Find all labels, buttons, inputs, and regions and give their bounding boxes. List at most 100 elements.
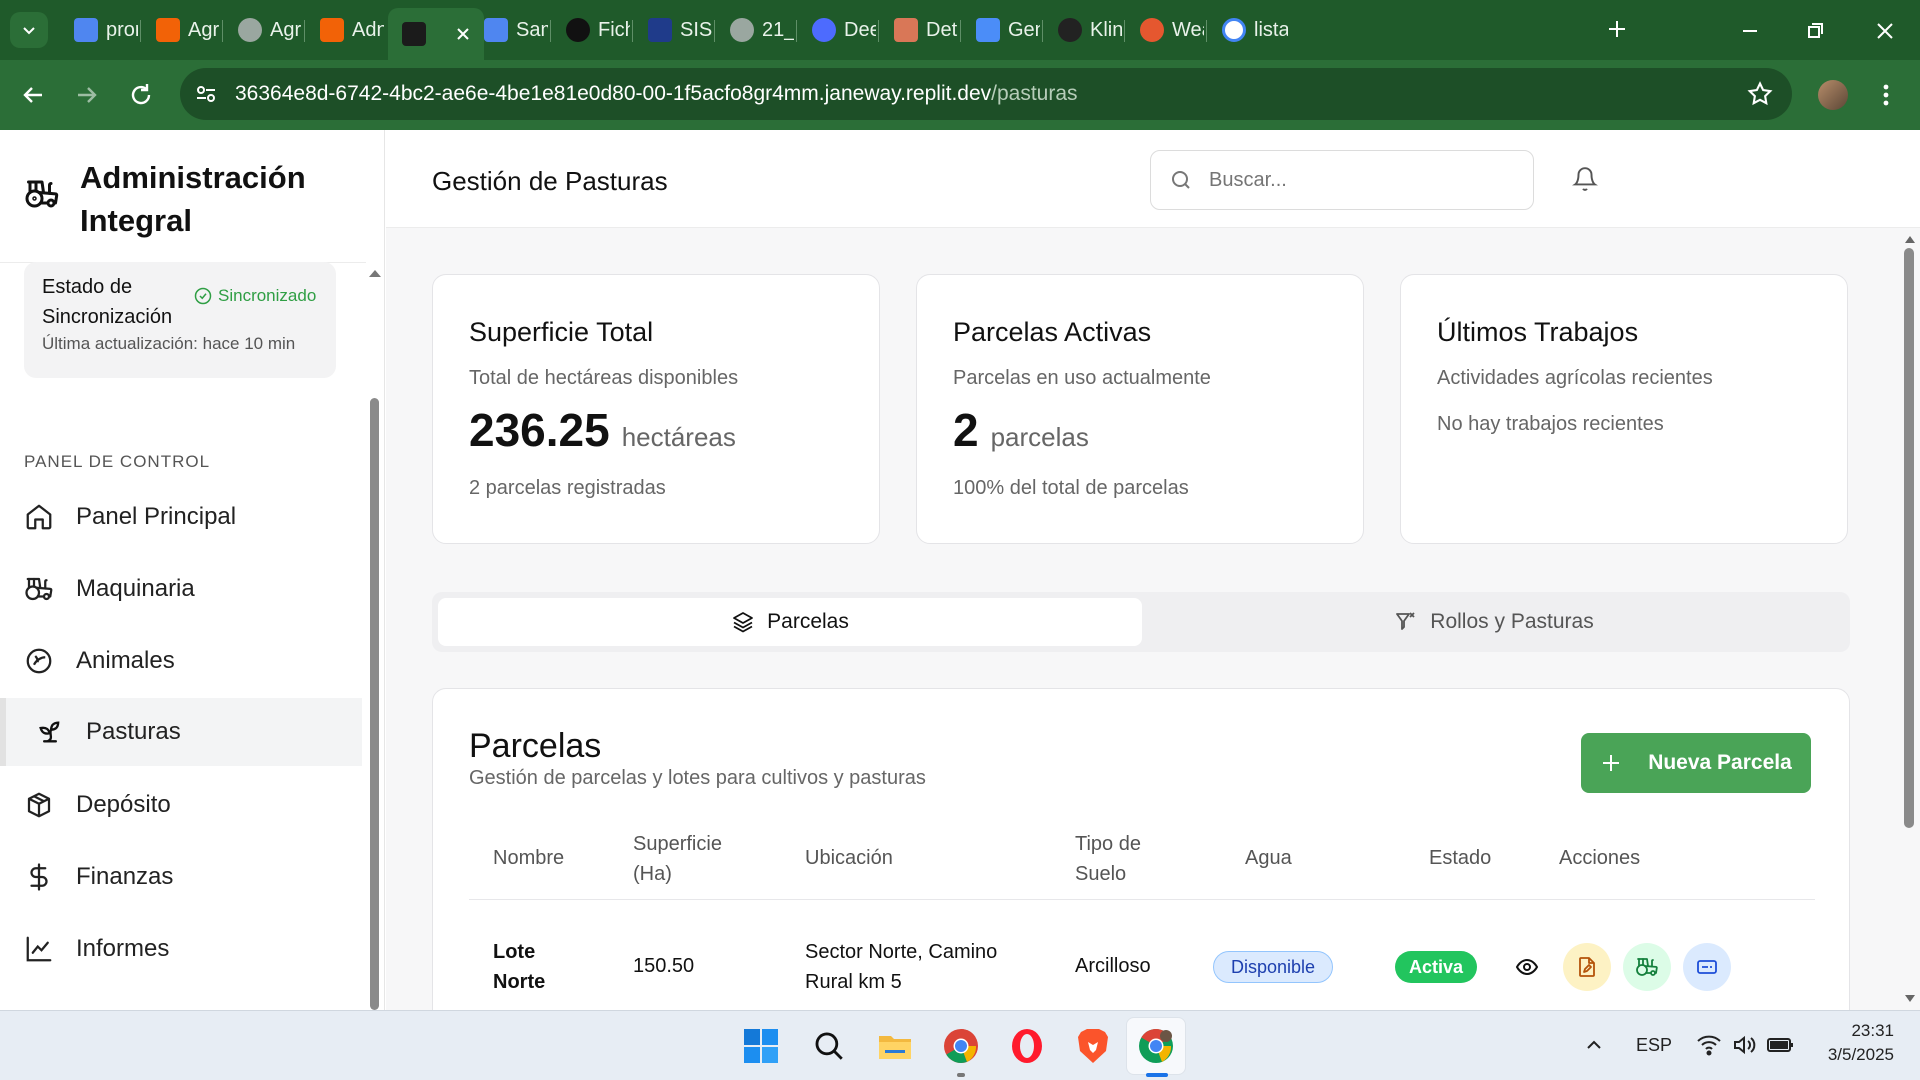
tab-separator (960, 20, 961, 42)
notifications-bell-icon[interactable] (1572, 166, 1598, 192)
chrome-icon[interactable] (938, 1023, 984, 1069)
replit-icon (320, 18, 344, 42)
sidebar-item-panel-principal[interactable]: Panel Principal (24, 502, 236, 532)
brave-icon[interactable] (1070, 1023, 1116, 1069)
browser-tab[interactable]: Agri (224, 10, 302, 50)
browser-tab[interactable]: Adn (306, 10, 384, 50)
parcelas-table-card: Parcelas Gestión de parcelas y lotes par… (432, 688, 1850, 1010)
chrome-profile-icon[interactable] (1133, 1023, 1179, 1069)
edit-document-action-button[interactable] (1563, 943, 1611, 991)
replit-icon (156, 18, 180, 42)
tab-separator (1042, 20, 1043, 42)
sidebar-item-pasturas[interactable]: Pasturas (0, 698, 362, 766)
new-tab-icon[interactable] (1602, 14, 1632, 44)
sidebar-item-label: Finanzas (76, 863, 174, 890)
browser-tab[interactable]: lista (1208, 10, 1288, 50)
col-header-superficie[interactable]: Superficie (Ha) (633, 829, 722, 889)
opera-icon[interactable] (1004, 1023, 1050, 1069)
browser-address-bar: 36364e8d-6742-4bc2-ae6e-4be1e81e0d80-00-… (0, 60, 1920, 130)
browser-tab-label: Sam (516, 18, 548, 41)
tab-rollos-pasturas[interactable]: Rollos y Pasturas (1144, 598, 1844, 646)
tab-parcelas[interactable]: Parcelas (438, 598, 1142, 646)
browser-tab[interactable]: SIST (634, 10, 712, 50)
sprout-icon (39, 721, 60, 743)
sidebar-item-deposito[interactable]: Depósito (24, 790, 171, 820)
close-window-icon[interactable] (1870, 16, 1900, 46)
tractor-logo-icon (24, 176, 60, 212)
browser-tab[interactable]: Dee (798, 10, 876, 50)
scroll-up-icon[interactable] (368, 268, 382, 278)
main-scrollbar[interactable] (1900, 228, 1920, 1010)
sidebar-item-informes[interactable]: Informes (24, 934, 169, 964)
rollos-action-button[interactable] (1683, 943, 1731, 991)
animal-icon (26, 648, 52, 674)
wifi-icon[interactable] (1696, 1033, 1722, 1057)
url-bar[interactable]: 36364e8d-6742-4bc2-ae6e-4be1e81e0d80-00-… (180, 68, 1792, 120)
browser-tab-label: Agri (188, 18, 220, 41)
battery-icon[interactable] (1766, 1033, 1796, 1057)
browser-tab[interactable]: Gen (962, 10, 1040, 50)
browser-tab[interactable]: Agri (142, 10, 220, 50)
browser-tab-label: Dee (844, 18, 876, 41)
main-scrollbar-thumb[interactable] (1904, 248, 1914, 828)
forward-icon[interactable] (72, 80, 102, 110)
file-explorer-icon[interactable] (872, 1023, 918, 1069)
tab-label: Parcelas (767, 610, 849, 633)
profile-avatar[interactable] (1818, 80, 1848, 110)
browser-tab-label: Det (926, 18, 958, 41)
brand-title: Administración Integral (80, 160, 306, 238)
browser-tab-label: Adn (352, 18, 384, 41)
browser-tab[interactable]: 21_ (716, 10, 794, 50)
deepseek-icon (812, 18, 836, 42)
tray-overflow-chevron-icon[interactable] (1584, 1035, 1604, 1055)
stat-title: Últimos Trabajos (1437, 317, 1639, 347)
tab-search-button[interactable] (10, 12, 48, 48)
sidebar-scrollbar[interactable] (366, 130, 382, 1010)
restore-icon[interactable] (1800, 16, 1830, 46)
browser-tab[interactable]: Klin (1044, 10, 1122, 50)
col-header-ubicacion[interactable]: Ubicación (805, 843, 893, 873)
bookmark-star-icon[interactable] (1746, 80, 1774, 108)
page-header: Gestión de Pasturas (386, 130, 1920, 228)
sidebar-item-label: Animales (76, 647, 175, 674)
browser-tab[interactable]: Det (880, 10, 958, 50)
col-header-agua[interactable]: Agua (1245, 843, 1292, 873)
search-box[interactable] (1150, 150, 1534, 210)
scroll-up-icon[interactable] (1904, 234, 1916, 244)
sync-status: Sincronizado (194, 286, 316, 306)
system-clock[interactable]: 23:31 3/5/2025 (1810, 1019, 1894, 1067)
browser-tab[interactable]: Wea (1126, 10, 1204, 50)
sidebar-scrollbar-thumb[interactable] (370, 398, 379, 1010)
col-header-nombre[interactable]: Nombre (493, 843, 564, 873)
new-parcela-button[interactable]: Nueva Parcela (1581, 733, 1811, 793)
col-header-tipo-suelo[interactable]: Tipo de Suelo (1075, 829, 1141, 889)
sidebar-item-maquinaria[interactable]: Maquinaria (24, 574, 195, 604)
browser-menu-icon[interactable] (1876, 80, 1896, 110)
view-action-button[interactable] (1503, 943, 1551, 991)
chart-line-icon (26, 936, 52, 962)
input-language[interactable]: ESP (1636, 1035, 1672, 1056)
volume-icon[interactable] (1732, 1033, 1758, 1057)
scroll-down-icon[interactable] (1904, 994, 1916, 1004)
sidebar-item-animales[interactable]: Animales (24, 646, 175, 676)
search-input[interactable] (1209, 163, 1509, 197)
tab-separator (304, 20, 305, 42)
back-icon[interactable] (18, 80, 48, 110)
machinery-action-button[interactable] (1623, 943, 1671, 991)
site-info-icon[interactable] (194, 82, 218, 106)
minimize-icon[interactable] (1735, 16, 1765, 46)
globe-icon (238, 18, 262, 42)
browser-tab-label: 21_ (762, 18, 794, 41)
browser-tab[interactable]: pror (60, 10, 138, 50)
browser-tab[interactable]: Sam (470, 10, 548, 50)
sidebar-item-label: Informes (76, 935, 170, 962)
browser-tab[interactable]: Fich (552, 10, 630, 50)
browser-tab-label: pror (106, 18, 138, 41)
start-windows-icon[interactable] (738, 1023, 784, 1069)
col-header-estado[interactable]: Estado (1429, 843, 1491, 873)
tab-separator (632, 20, 633, 42)
sidebar-item-finanzas[interactable]: Finanzas (24, 862, 173, 892)
search-icon[interactable] (806, 1023, 852, 1069)
cell-ubicacion: Sector Norte, Camino Rural km 5 (805, 941, 998, 993)
reload-icon[interactable] (126, 80, 156, 110)
